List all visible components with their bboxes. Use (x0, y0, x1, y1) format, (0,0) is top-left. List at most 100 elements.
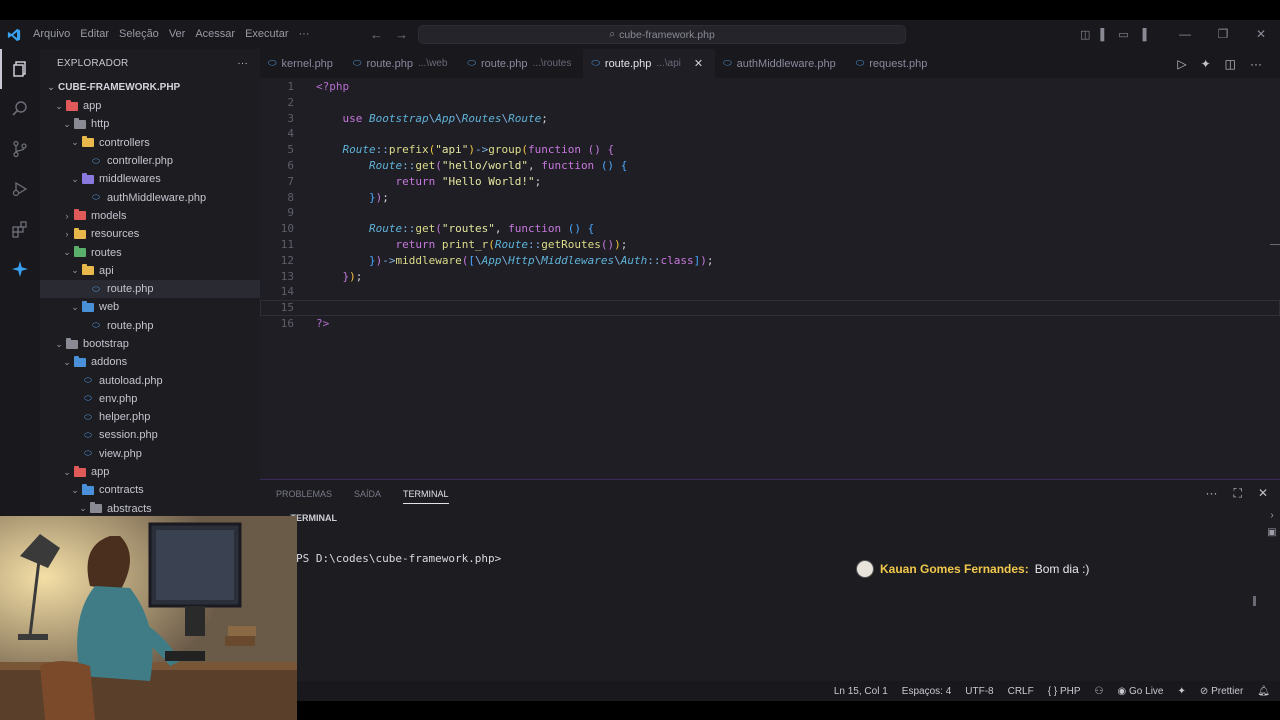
menu-editar[interactable]: Editar (75, 20, 114, 49)
tree-folder[interactable]: › models (40, 207, 260, 225)
sparkle-icon[interactable]: ✦ (1178, 686, 1186, 697)
tree-file[interactable]: ⬭ authMiddleware.php (40, 188, 260, 206)
menu-ver[interactable]: Ver (164, 20, 191, 49)
explorer-icon[interactable] (0, 49, 40, 89)
tree-file[interactable]: ⬭ route.php (40, 279, 260, 299)
toggle-primary-sidebar-icon[interactable]: ▌ (1100, 29, 1108, 41)
more-actions-icon[interactable]: ··· (1250, 57, 1262, 71)
tree-folder[interactable]: ⌄ api (40, 262, 260, 280)
chevron-right-icon[interactable]: › (1270, 510, 1273, 521)
editor-tab-path: ...\routes (532, 58, 572, 69)
tree-folder[interactable]: ⌄ web (40, 298, 260, 316)
chevron-down-icon: ⌄ (63, 247, 71, 258)
code-line: 7 return "Hello World!"; (260, 174, 1280, 190)
tree-item-label: helper.php (99, 411, 151, 424)
editor-tab-label: request.php (869, 57, 928, 70)
folder-icon (82, 136, 94, 148)
tree-file[interactable]: ⬭ controller.php (40, 152, 260, 170)
status-cursor-position[interactable]: Ln 15, Col 1 (834, 686, 888, 697)
menu-arquivo[interactable]: Arquivo (28, 20, 75, 49)
vscode-logo-icon (0, 20, 28, 49)
tree-file[interactable]: ⬭ autoload.php (40, 371, 260, 389)
tree-file[interactable]: ⬭ route.php (40, 317, 260, 335)
split-editor-icon[interactable]: ◫ (1225, 57, 1236, 71)
close-window-icon[interactable]: ✕ (1242, 20, 1280, 49)
menu-selecao[interactable]: Seleção (114, 20, 164, 49)
tree-folder[interactable]: ⌄ addons (40, 353, 260, 371)
tree-file[interactable]: ⬭ env.php (40, 390, 260, 408)
search-view-icon[interactable] (0, 89, 40, 129)
menu-more[interactable]: ··· (294, 20, 315, 49)
tree-item-label: authMiddleware.php (107, 191, 207, 204)
source-control-icon[interactable] (0, 129, 40, 169)
line-number: 12 (280, 253, 294, 267)
terminal-scrollbar[interactable] (1253, 596, 1256, 606)
command-center-search[interactable]: ⌕ cube-framework.php (418, 25, 906, 44)
status-prettier[interactable]: ⊘ Prettier (1200, 686, 1243, 697)
status-golive[interactable]: ◉ Go Live (1118, 686, 1164, 697)
notifications-icon[interactable]: 🔔︎ (1257, 686, 1270, 697)
scrollbar-marker[interactable] (1270, 244, 1280, 245)
toggle-panel-icon[interactable]: ▭ (1118, 28, 1128, 41)
tab-terminal[interactable]: TERMINAL (403, 484, 449, 504)
status-eol[interactable]: CRLF (1008, 686, 1034, 697)
terminal-prompt[interactable]: PS D:\codes\cube-framework.php> (296, 552, 501, 565)
tree-folder[interactable]: ⌄ app (40, 97, 260, 115)
run-debug-icon[interactable] (0, 169, 40, 209)
tab-problemas[interactable]: PROBLEMAS (276, 489, 332, 499)
editor-tab[interactable]: ⬭ kernel.php (260, 49, 345, 78)
explorer-sidebar: EXPLORADOR ··· ⌄ CUBE-FRAMEWORK.PHP ⌄ app… (40, 49, 260, 516)
menu-executar[interactable]: Executar (240, 20, 293, 49)
tree-folder[interactable]: ⌄ http (40, 115, 260, 133)
copilot-icon[interactable]: ✦ (1201, 57, 1211, 71)
customize-layout-icon[interactable]: ◫ (1080, 28, 1090, 41)
editor-tab[interactable]: ⬭ authMiddleware.php (715, 49, 848, 78)
tree-folder[interactable]: ⌄ app (40, 463, 260, 481)
tree-folder[interactable]: ⌄ middlewares (40, 170, 260, 188)
tree-file[interactable]: ⬭ session.php (40, 426, 260, 444)
code-line: 16 ?> (260, 316, 1280, 332)
maximize-panel-icon[interactable]: ⛶ (1234, 486, 1242, 501)
workspace-root[interactable]: ⌄ CUBE-FRAMEWORK.PHP (40, 77, 260, 97)
copilot-status-icon[interactable]: ⚇ (1095, 686, 1104, 697)
code-editor[interactable]: 1 <?php 2 3 use Bootstrap\App\Routes\Rout… (260, 78, 1280, 332)
back-arrow-icon[interactable]: ← (370, 27, 383, 42)
toggle-secondary-sidebar-icon[interactable]: ▐ (1139, 29, 1147, 41)
folder-icon (66, 337, 78, 349)
terminal-section-header[interactable]: › ⌄ TERMINAL (260, 508, 1280, 527)
tree-folder[interactable]: ⌄ bootstrap (40, 335, 260, 353)
panel-more-icon[interactable]: ··· (1206, 486, 1218, 501)
tree-file[interactable]: ⬭ helper.php (40, 408, 260, 426)
tree-folder[interactable]: ⌄ contracts (40, 481, 260, 499)
status-encoding[interactable]: UTF-8 (965, 686, 993, 697)
copilot-sparkle-icon[interactable] (0, 249, 40, 289)
forward-arrow-icon[interactable]: → (395, 27, 408, 42)
tree-folder[interactable]: ⌄ controllers (40, 134, 260, 152)
restore-icon[interactable]: ❐ (1204, 20, 1242, 49)
bottom-panel: PROBLEMAS SAÍDA TERMINAL ··· ⛶ ✕ › ⌄ TER… (260, 479, 1280, 681)
menu-acessar[interactable]: Acessar (190, 20, 240, 49)
tree-item-label: bootstrap (83, 338, 129, 350)
close-tab-icon[interactable]: ✕ (694, 57, 703, 70)
explorer-more-icon[interactable]: ··· (237, 58, 248, 69)
editor-tab[interactable]: ⬭ request.php (848, 49, 940, 78)
terminal-icon[interactable]: ▣ (1267, 527, 1276, 538)
window-controls: — ❐ ✕ (1166, 20, 1280, 49)
status-indentation[interactable]: Espaços: 4 (902, 686, 951, 697)
minimize-icon[interactable]: — (1166, 20, 1204, 49)
status-language[interactable]: { } PHP (1048, 686, 1081, 697)
tree-folder[interactable]: ⌄ abstracts (40, 500, 260, 516)
editor-tab[interactable]: ⬭ route.php ...\web (345, 49, 460, 78)
run-file-icon[interactable]: ▷ (1177, 57, 1186, 71)
tree-folder[interactable]: ⌄ routes (40, 243, 260, 261)
extensions-icon[interactable] (0, 209, 40, 249)
line-number: 15 (280, 301, 294, 315)
close-panel-icon[interactable]: ✕ (1258, 486, 1268, 501)
tree-file[interactable]: ⬭ view.php (40, 445, 260, 463)
chevron-down-icon: ⌄ (63, 118, 71, 129)
folder-icon (66, 99, 78, 111)
editor-tab[interactable]: ⬭ route.php ...\routes (459, 49, 583, 78)
tab-saida[interactable]: SAÍDA (354, 489, 381, 499)
editor-tab[interactable]: ⬭ route.php ...\api ✕ (583, 49, 716, 78)
tree-folder[interactable]: › resources (40, 225, 260, 243)
